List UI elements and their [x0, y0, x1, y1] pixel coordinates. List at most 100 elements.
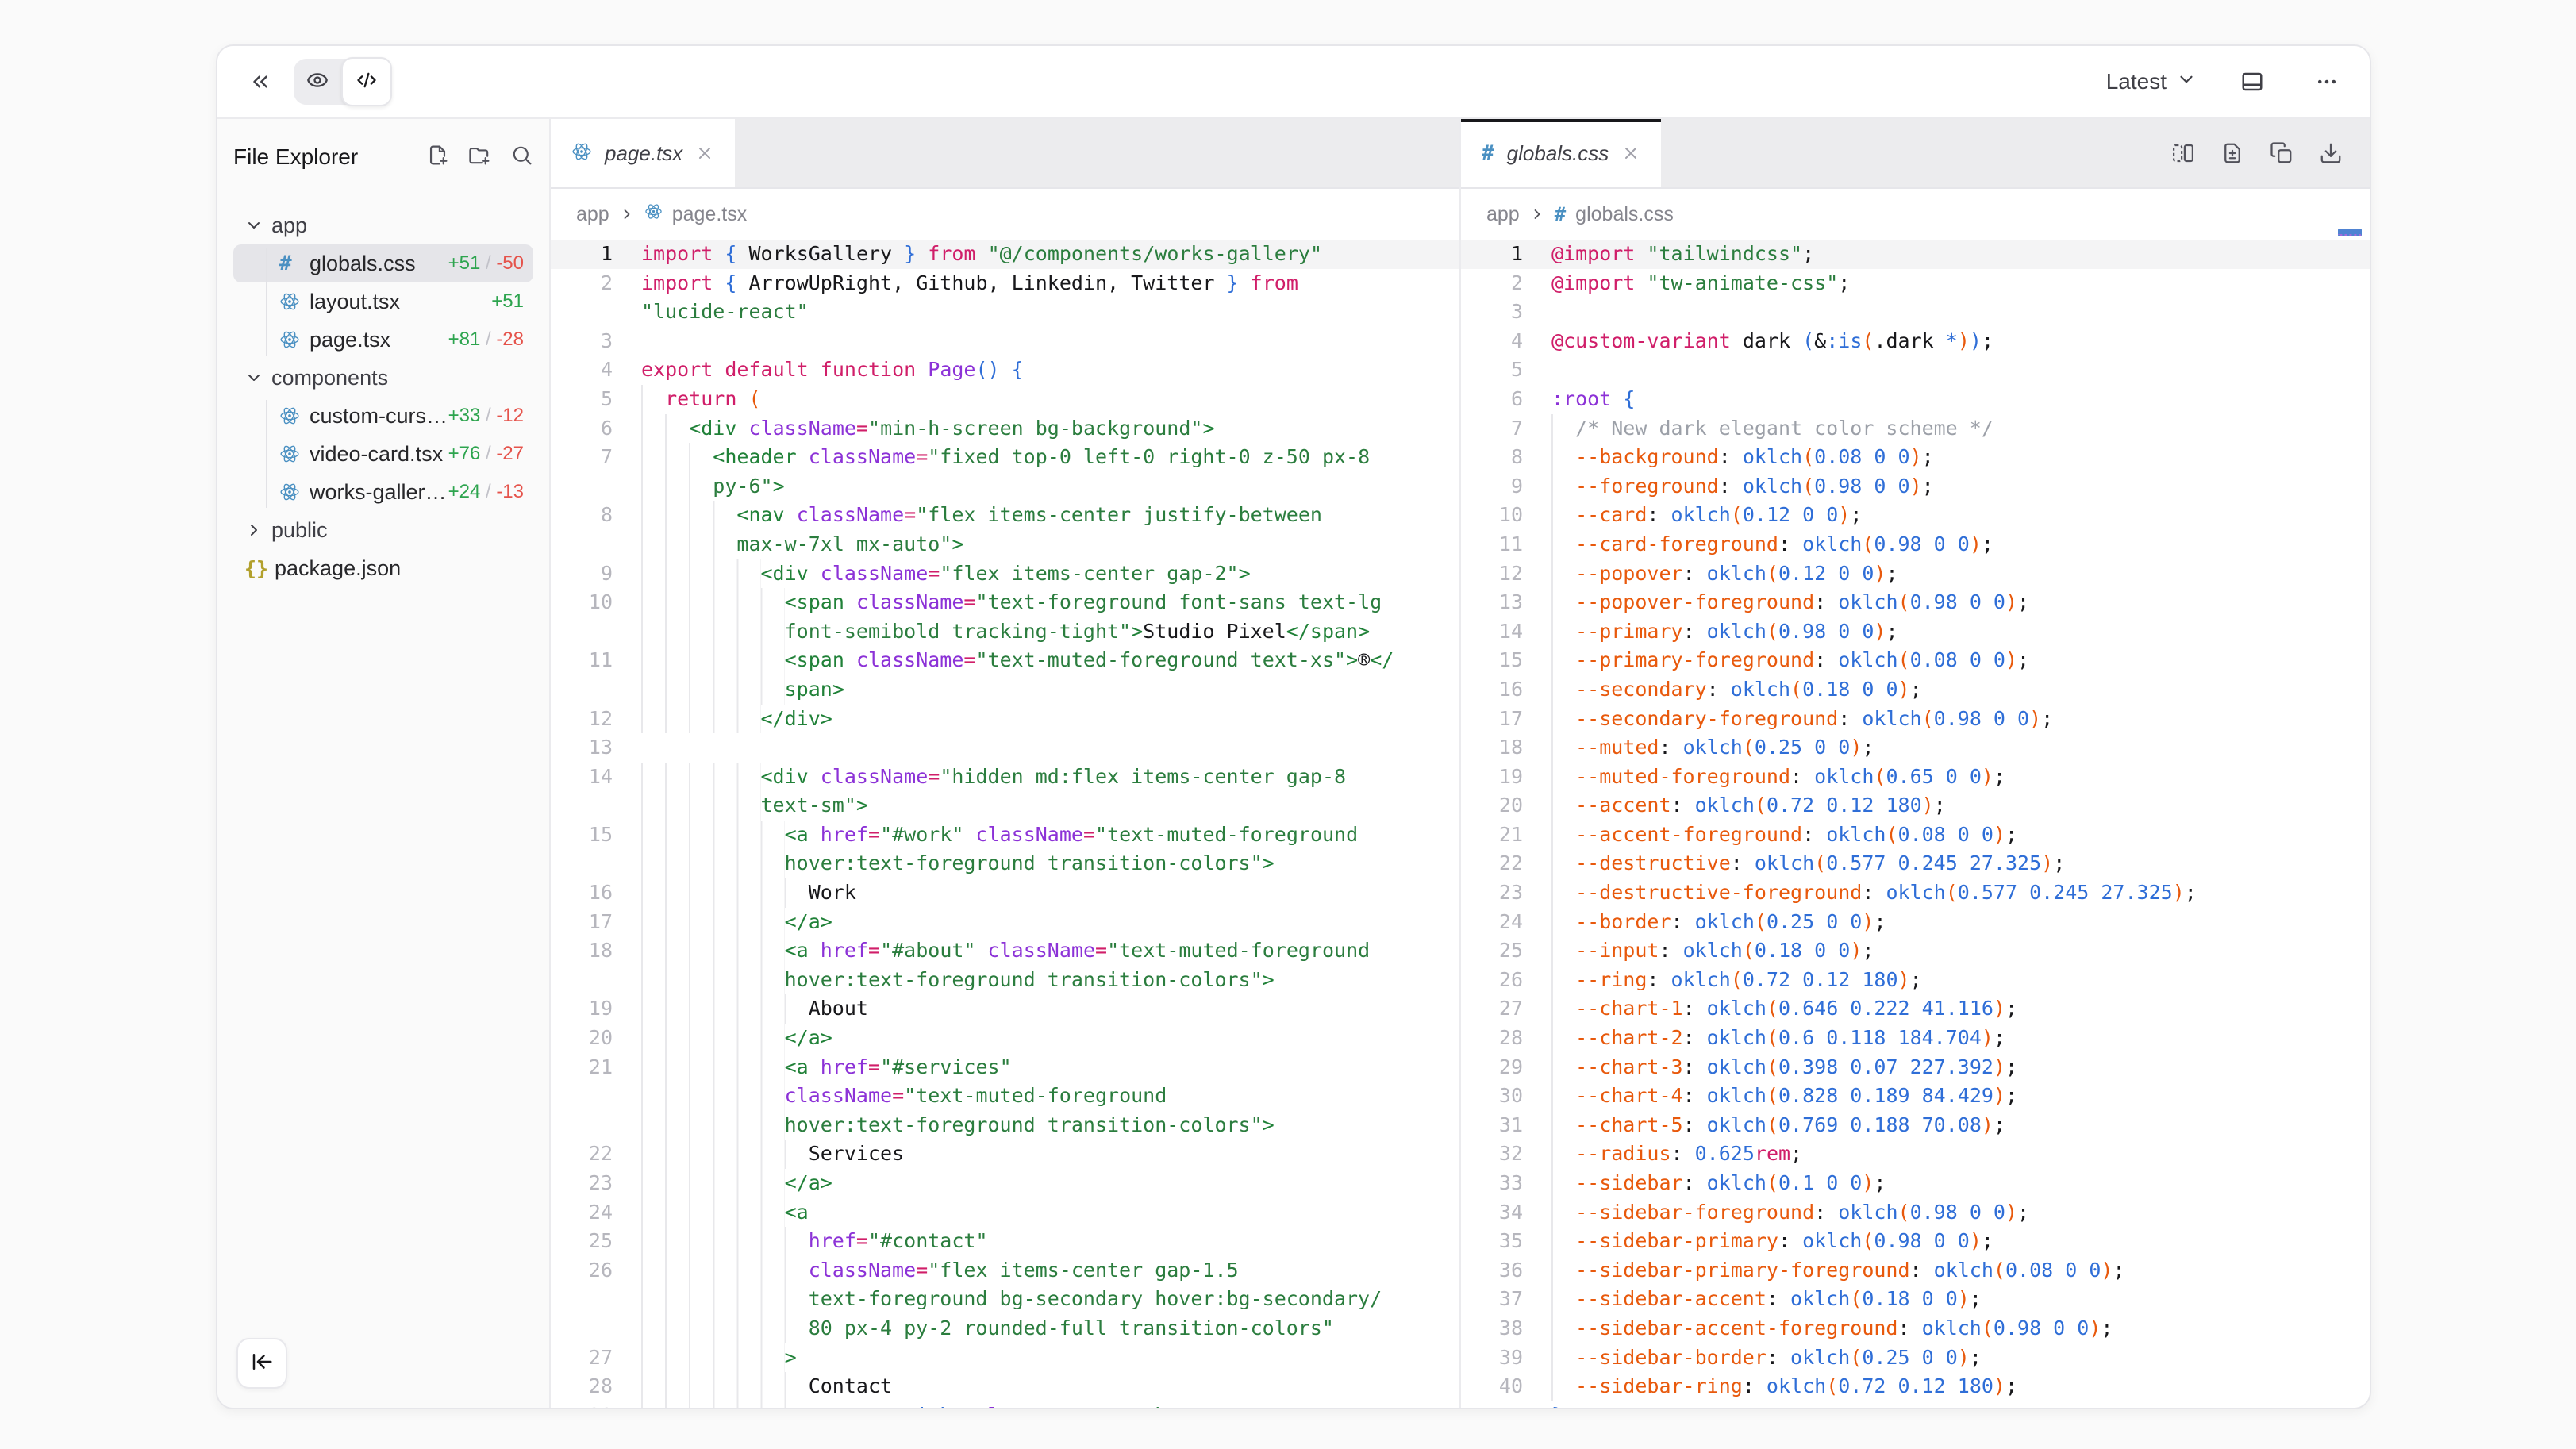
code-line[interactable]: 16Work: [551, 878, 1459, 908]
code-line[interactable]: 2@import "tw-animate-css";: [1461, 269, 2370, 298]
code-line[interactable]: 5return (: [551, 385, 1459, 414]
ellipsis-icon[interactable]: [2308, 63, 2346, 101]
version-dropdown[interactable]: Latest: [2106, 69, 2197, 95]
code-line[interactable]: py-6">: [551, 472, 1459, 502]
code-line[interactable]: 36--sidebar-primary-foreground: oklch(0.…: [1461, 1256, 2370, 1286]
code-line[interactable]: 24<a: [551, 1198, 1459, 1228]
code-line[interactable]: 13--popover-foreground: oklch(0.98 0 0);: [1461, 588, 2370, 617]
code-editor-globals-css[interactable]: 1@import "tailwindcss";2@import "tw-anim…: [1461, 240, 2370, 1408]
code-line[interactable]: 21--accent-foreground: oklch(0.08 0 0);: [1461, 821, 2370, 850]
code-line[interactable]: 26--ring: oklch(0.72 0.12 180);: [1461, 966, 2370, 995]
tree-file-works-galler-[interactable]: works-galler…+24 / -13: [233, 473, 533, 511]
code-line[interactable]: 37--sidebar-accent: oklch(0.18 0 0);: [1461, 1285, 2370, 1314]
code-line[interactable]: 4export default function Page() {: [551, 356, 1459, 385]
breadcrumb-file[interactable]: page.tsx: [672, 203, 748, 226]
code-line[interactable]: 32--radius: 0.625rem;: [1461, 1140, 2370, 1169]
code-line[interactable]: 8<nav className="flex items-center justi…: [551, 501, 1459, 530]
code-line[interactable]: hover:text-foreground transition-colors"…: [551, 849, 1459, 878]
tree-file-video-card.tsx[interactable]: video-card.tsx+76 / -27: [233, 435, 533, 473]
code-line[interactable]: 17--secondary-foreground: oklch(0.98 0 0…: [1461, 705, 2370, 734]
tree-file-package.json[interactable]: {}package.json: [233, 549, 533, 587]
code-line[interactable]: 23--destructive-foreground: oklch(0.577 …: [1461, 878, 2370, 908]
code-line[interactable]: text-foreground bg-secondary hover:bg-se…: [551, 1285, 1459, 1314]
code-line[interactable]: hover:text-foreground transition-colors"…: [551, 1111, 1459, 1140]
code-line[interactable]: 26className="flex items-center gap-1.5: [551, 1256, 1459, 1286]
code-line[interactable]: 1@import "tailwindcss";: [1461, 240, 2370, 269]
code-line[interactable]: 34--sidebar-foreground: oklch(0.98 0 0);: [1461, 1198, 2370, 1228]
tree-folder-components[interactable]: components: [233, 359, 533, 397]
code-line[interactable]: 38--sidebar-accent-foreground: oklch(0.9…: [1461, 1314, 2370, 1343]
split-diff-icon[interactable]: [2171, 141, 2195, 165]
code-line[interactable]: 10<span className="text-foreground font-…: [551, 588, 1459, 617]
code-line[interactable]: "lucide-react": [551, 298, 1459, 327]
tree-folder-public[interactable]: public: [233, 511, 533, 549]
code-line[interactable]: 18--muted: oklch(0.25 0 0);: [1461, 733, 2370, 763]
code-line[interactable]: 39--sidebar-border: oklch(0.25 0 0);: [1461, 1343, 2370, 1373]
download-icon[interactable]: [2319, 141, 2343, 165]
code-line[interactable]: 1import { WorksGallery } from "@/compone…: [551, 240, 1459, 269]
code-line[interactable]: 29<ArrowUpRight className="w-4 h-4" />: [551, 1401, 1459, 1408]
code-line[interactable]: 19--muted-foreground: oklch(0.65 0 0);: [1461, 763, 2370, 792]
code-line[interactable]: 25--input: oklch(0.18 0 0);: [1461, 936, 2370, 966]
chevrons-left-icon[interactable]: [241, 63, 279, 101]
code-line[interactable]: 27>: [551, 1343, 1459, 1373]
code-line[interactable]: 8--background: oklch(0.08 0 0);: [1461, 443, 2370, 472]
code-line[interactable]: 25href="#contact": [551, 1227, 1459, 1256]
code-line[interactable]: 14<div className="hidden md:flex items-c…: [551, 763, 1459, 792]
code-line[interactable]: 24--border: oklch(0.25 0 0);: [1461, 908, 2370, 937]
code-line[interactable]: 12</div>: [551, 705, 1459, 734]
search-icon[interactable]: [510, 144, 533, 171]
code-line[interactable]: font-semibold tracking-tight">Studio Pix…: [551, 617, 1459, 647]
code-line[interactable]: 22--destructive: oklch(0.577 0.245 27.32…: [1461, 849, 2370, 878]
code-line[interactable]: 27--chart-1: oklch(0.646 0.222 41.116);: [1461, 994, 2370, 1024]
code-line[interactable]: 12--popover: oklch(0.12 0 0);: [1461, 559, 2370, 589]
code-line[interactable]: 30--chart-4: oklch(0.828 0.189 84.429);: [1461, 1082, 2370, 1111]
code-line[interactable]: 11--card-foreground: oklch(0.98 0 0);: [1461, 530, 2370, 559]
code-line[interactable]: 22Services: [551, 1140, 1459, 1169]
code-line[interactable]: 23</a>: [551, 1169, 1459, 1198]
code-line[interactable]: 2import { ArrowUpRight, Github, Linkedin…: [551, 269, 1459, 298]
preview-toggle-button[interactable]: [294, 59, 341, 105]
code-line[interactable]: 35--sidebar-primary: oklch(0.98 0 0);: [1461, 1227, 2370, 1256]
code-line[interactable]: 16--secondary: oklch(0.18 0 0);: [1461, 675, 2370, 705]
code-line[interactable]: 7/* New dark elegant color scheme */: [1461, 414, 2370, 444]
code-line[interactable]: 9<div className="flex items-center gap-2…: [551, 559, 1459, 589]
code-line[interactable]: 3: [551, 327, 1459, 356]
tree-file-layout.tsx[interactable]: layout.tsx+51: [233, 282, 533, 321]
tab-page-tsx[interactable]: page.tsx: [551, 119, 735, 187]
code-line[interactable]: 21<a href="#services": [551, 1053, 1459, 1082]
code-line[interactable]: 13: [551, 733, 1459, 763]
code-line[interactable]: 29--chart-3: oklch(0.398 0.07 227.392);: [1461, 1053, 2370, 1082]
code-line[interactable]: 7<header className="fixed top-0 left-0 r…: [551, 443, 1459, 472]
code-line[interactable]: max-w-7xl mx-auto">: [551, 530, 1459, 559]
tree-file-globals.css[interactable]: #globals.css+51 / -50: [233, 244, 533, 282]
code-line[interactable]: 19About: [551, 994, 1459, 1024]
code-line[interactable]: 15<a href="#work" className="text-muted-…: [551, 821, 1459, 850]
code-line[interactable]: 10--card: oklch(0.12 0 0);: [1461, 501, 2370, 530]
code-line[interactable]: 20</a>: [551, 1024, 1459, 1053]
code-line[interactable]: text-sm">: [551, 791, 1459, 821]
code-line[interactable]: 80 px-4 py-2 rounded-full transition-col…: [551, 1314, 1459, 1343]
code-line[interactable]: 15--primary-foreground: oklch(0.08 0 0);: [1461, 646, 2370, 675]
code-line[interactable]: 20--accent: oklch(0.72 0.12 180);: [1461, 791, 2370, 821]
code-line[interactable]: 9--foreground: oklch(0.98 0 0);: [1461, 472, 2370, 502]
copy-icon[interactable]: [2270, 141, 2293, 165]
collapse-sidebar-button[interactable]: [236, 1338, 287, 1389]
code-line[interactable]: 40--sidebar-ring: oklch(0.72 0.12 180);: [1461, 1372, 2370, 1401]
close-icon[interactable]: [695, 144, 714, 163]
file-diff-icon[interactable]: [2220, 141, 2244, 165]
tree-file-page.tsx[interactable]: page.tsx+81 / -28: [233, 321, 533, 359]
code-line[interactable]: 28--chart-2: oklch(0.6 0.118 184.704);: [1461, 1024, 2370, 1053]
code-line[interactable]: 17</a>: [551, 908, 1459, 937]
code-line[interactable]: 33--sidebar: oklch(0.1 0 0);: [1461, 1169, 2370, 1198]
scrollbar-thumb[interactable]: [2338, 229, 2362, 236]
code-line[interactable]: span>: [551, 675, 1459, 705]
panel-bottom-icon[interactable]: [2233, 63, 2271, 101]
breadcrumb-file[interactable]: globals.css: [1575, 203, 1674, 226]
code-line[interactable]: 3: [1461, 298, 2370, 327]
code-line[interactable]: 31--chart-5: oklch(0.769 0.188 70.08);: [1461, 1111, 2370, 1140]
new-file-icon[interactable]: [426, 144, 449, 171]
new-folder-icon[interactable]: [468, 144, 491, 171]
code-line[interactable]: 4@custom-variant dark (&:is(.dark *));: [1461, 327, 2370, 356]
code-line[interactable]: 28Contact: [551, 1372, 1459, 1401]
